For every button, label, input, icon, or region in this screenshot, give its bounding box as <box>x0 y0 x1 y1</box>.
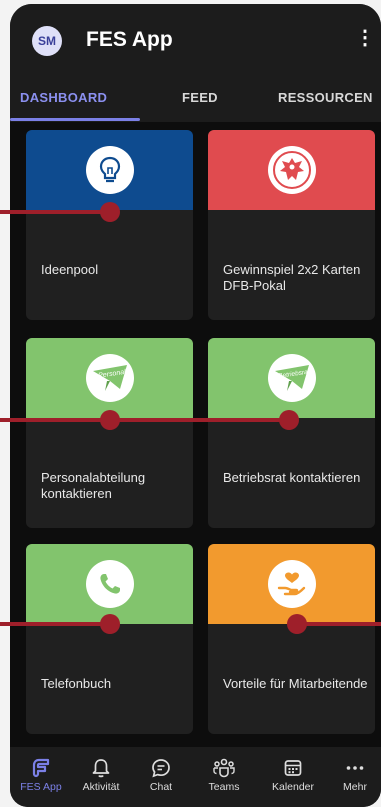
tile-label: Vorteile für Mitarbeitende <box>223 676 368 691</box>
dashboard-grid: Ideenpool Gewinnspiel 2x2 Karten DFB-Pok… <box>10 122 381 747</box>
tile-header <box>26 544 193 624</box>
tab-bar: DASHBOARD FEED RESSOURCEN <box>10 76 381 122</box>
phone-icon <box>85 560 134 608</box>
annotation-dot <box>279 410 299 430</box>
hand-heart-icon <box>267 560 316 608</box>
nav-label: Teams <box>208 781 240 793</box>
annotation-line <box>0 622 112 626</box>
phone-frame: SM FES App ⋮ DASHBOARD FEED RESSOURCEN I… <box>0 0 381 807</box>
tile-label: Telefonbuch <box>41 676 112 691</box>
annotation-dot <box>100 410 120 430</box>
nav-chat[interactable]: Chat <box>130 755 192 793</box>
annotation-dot <box>100 614 120 634</box>
calendar-icon <box>262 755 324 781</box>
nav-kalender[interactable]: Kalender <box>262 755 324 793</box>
nav-aktivitaet[interactable]: Aktivität <box>70 755 132 793</box>
nav-label: Mehr <box>343 781 367 793</box>
chat-icon <box>130 755 192 781</box>
teams-icon <box>193 755 255 781</box>
more-icon <box>327 755 381 781</box>
app-bar: SM FES App ⋮ <box>10 4 381 76</box>
nav-teams[interactable]: Teams <box>193 755 255 793</box>
annotation-line <box>0 210 112 214</box>
paper-plane-icon: Personal <box>85 354 134 402</box>
tile-label: Personalabteilung kontaktieren <box>41 470 146 501</box>
tile-vorteile[interactable]: Vorteile für Mitarbeitende <box>208 544 375 734</box>
tile-gewinnspiel[interactable]: Gewinnspiel 2x2 Karten DFB-Pokal <box>208 130 375 320</box>
nav-mehr[interactable]: Mehr <box>327 755 381 793</box>
tile-betriebsrat[interactable]: Betriebsrat Betriebsrat kontaktieren <box>208 338 375 528</box>
bottom-navigation: FES App Aktivität Chat Teams Kalender Me… <box>10 747 381 807</box>
tab-feed[interactable]: FEED <box>182 90 218 105</box>
annotation-dot <box>287 614 307 634</box>
tile-label: Ideenpool <box>41 262 99 277</box>
app-title: FES App <box>86 28 173 51</box>
tile-label: Betriebsrat kontaktieren <box>223 470 361 485</box>
tile-header: Personal <box>26 338 193 418</box>
tile-header <box>208 130 375 210</box>
nav-label: Kalender <box>271 781 315 793</box>
app-screen: SM FES App ⋮ DASHBOARD FEED RESSOURCEN I… <box>10 4 381 807</box>
tile-header <box>208 544 375 624</box>
paper-plane-icon: Betriebsrat <box>267 354 316 402</box>
avatar[interactable]: SM <box>32 26 62 56</box>
eagle-crest-icon <box>267 146 316 194</box>
tab-dashboard[interactable]: DASHBOARD <box>20 90 107 105</box>
tile-telefonbuch[interactable]: Telefonbuch <box>26 544 193 734</box>
annotation-line <box>0 418 290 422</box>
tile-header <box>26 130 193 210</box>
nav-fes-app[interactable]: FES App <box>10 755 72 793</box>
overflow-menu-icon[interactable]: ⋮ <box>355 28 375 48</box>
nav-label: Chat <box>149 781 173 793</box>
tile-ideenpool[interactable]: Ideenpool <box>26 130 193 320</box>
tile-label: Gewinnspiel 2x2 Karten DFB-Pokal <box>223 262 361 293</box>
tab-ressourcen[interactable]: RESSOURCEN <box>278 90 373 105</box>
nav-label: FES App <box>20 781 62 793</box>
active-tab-indicator <box>10 118 140 121</box>
tile-header: Betriebsrat <box>208 338 375 418</box>
annotation-dot <box>100 202 120 222</box>
lightbulb-icon <box>85 146 134 194</box>
bell-icon <box>70 755 132 781</box>
nav-label: Aktivität <box>82 781 120 793</box>
tile-personalabteilung[interactable]: Personal Personalabteilung kontaktieren <box>26 338 193 528</box>
fes-app-icon <box>10 755 72 781</box>
